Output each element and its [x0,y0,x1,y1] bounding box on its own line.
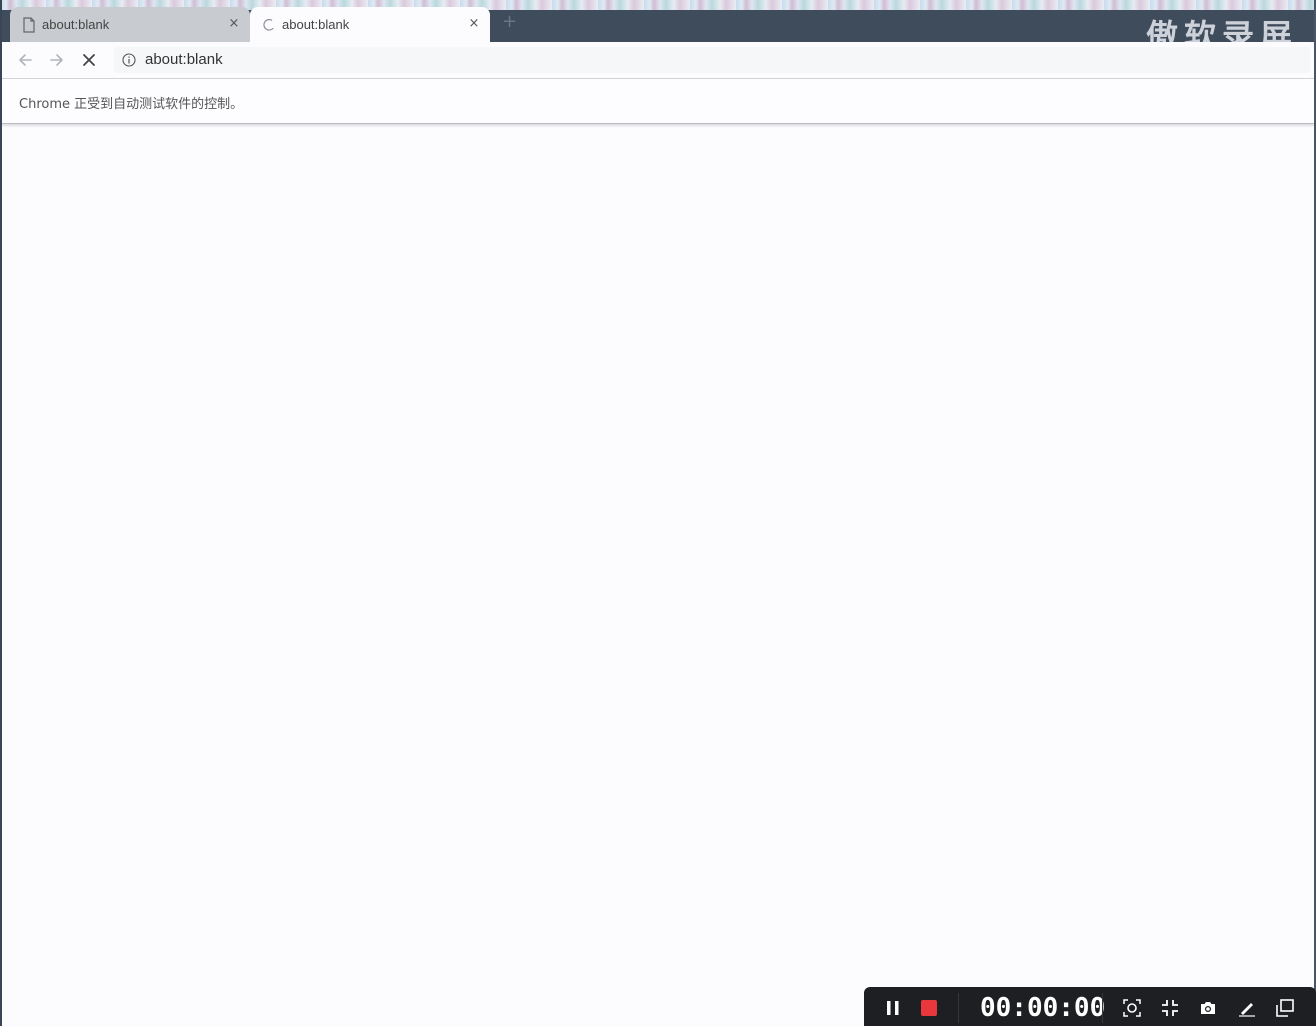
close-tab-icon[interactable]: × [226,16,242,32]
tab-active[interactable]: about:blank × [250,7,490,42]
exit-fullscreen-icon[interactable] [1161,999,1179,1017]
window-left-border [0,0,2,1026]
tab-title: about:blank [42,17,110,32]
info-icon[interactable] [122,53,136,67]
minimize-window-icon[interactable] [1276,999,1294,1017]
close-tab-icon[interactable]: × [466,16,482,32]
separator [958,993,959,1023]
page-icon [23,17,35,33]
infobar-message: Chrome 正受到自动测试软件的控制。 [19,97,244,112]
screen-recorder-toolbar: 00:00:00 [864,987,1316,1026]
pen-icon[interactable] [1238,999,1256,1017]
forward-arrow-icon[interactable] [46,49,68,71]
back-arrow-icon[interactable] [14,49,36,71]
browser-window: about:blank × about:blank × + 傲软录屏 about… [0,0,1316,1026]
camera-icon[interactable] [1199,999,1217,1017]
address-bar[interactable]: about:blank [114,47,1310,73]
stop-record-icon[interactable] [920,999,938,1017]
tab-strip: about:blank × about:blank × + 傲软录屏 [0,0,1316,42]
region-capture-icon[interactable] [1123,999,1141,1017]
tab-title: about:blank [282,17,350,32]
pause-icon[interactable] [884,999,902,1017]
url-text[interactable]: about:blank [145,51,223,68]
browser-toolbar: about:blank [2,42,1314,79]
loading-spinner-icon [263,19,274,31]
recording-timer: 00:00:00 [980,993,1106,1023]
automation-infobar: Chrome 正受到自动测试软件的控制。 [2,79,1314,124]
stop-icon[interactable] [78,49,100,71]
separator [1102,993,1103,1023]
new-tab-button[interactable]: + [502,13,520,31]
recorder-watermark: 傲软录屏 [1145,17,1298,42]
tab-inactive[interactable]: about:blank × [10,7,250,42]
